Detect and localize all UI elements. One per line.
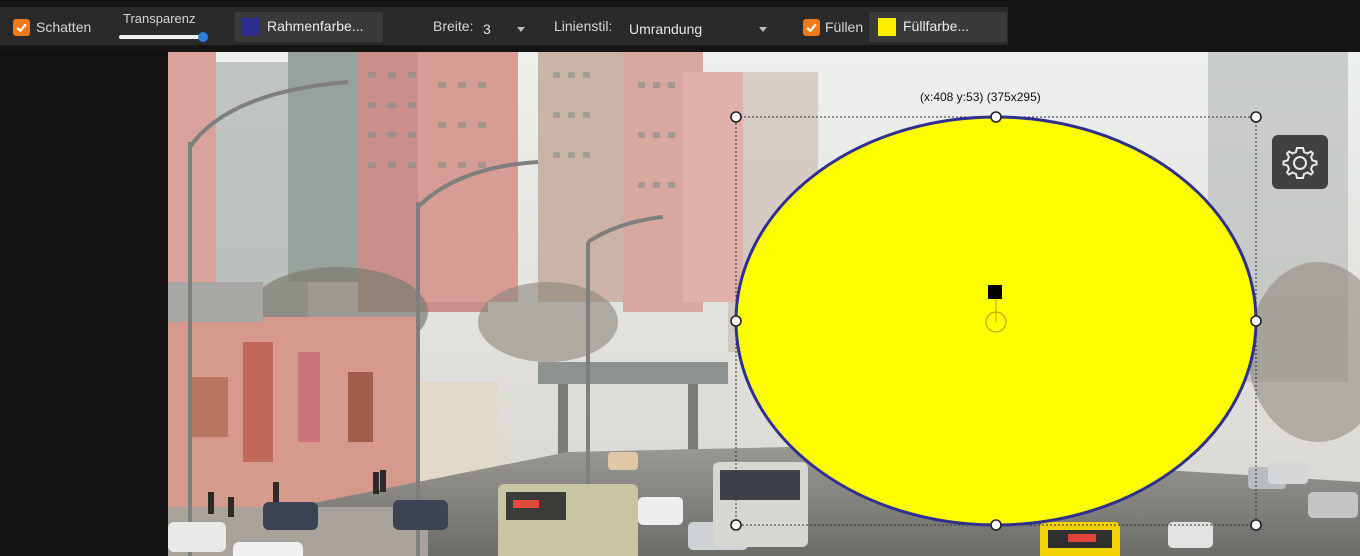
selection-layer	[730, 111, 1262, 531]
gear-icon	[1282, 147, 1318, 179]
resize-handle-bottom-left[interactable]	[730, 519, 742, 531]
resize-handle-right[interactable]	[1250, 315, 1262, 327]
resize-handle-top-right[interactable]	[1250, 111, 1262, 123]
resize-handle-top[interactable]	[990, 111, 1002, 123]
shape-overlay: (x:408 y:53) (375x295)	[0, 0, 1360, 556]
move-handle[interactable]	[988, 285, 1002, 299]
resize-handle-bottom[interactable]	[990, 519, 1002, 531]
settings-button[interactable]	[1272, 135, 1328, 189]
resize-handle-bottom-right[interactable]	[1250, 519, 1262, 531]
selection-info-label: (x:408 y:53) (375x295)	[920, 90, 1041, 104]
resize-handle-left[interactable]	[730, 315, 742, 327]
resize-handle-top-left[interactable]	[730, 111, 742, 123]
